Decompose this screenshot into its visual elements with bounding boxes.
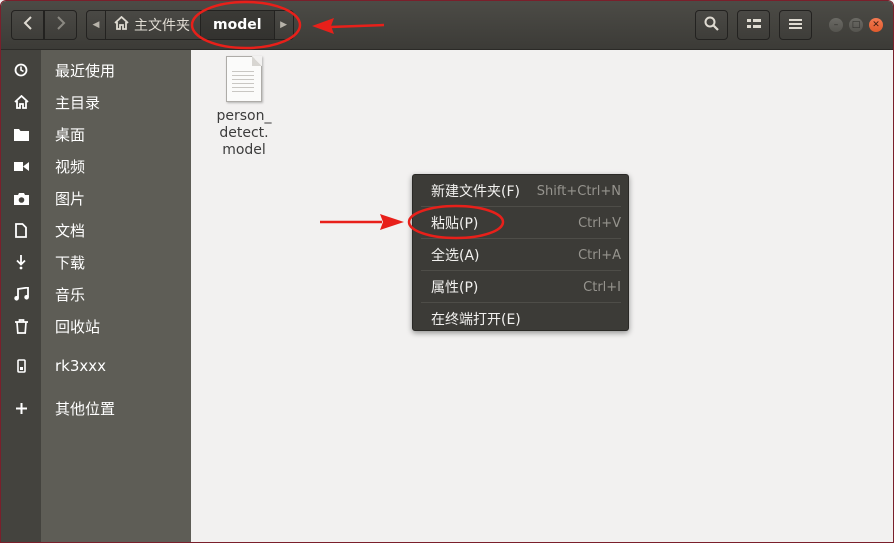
trash-icon (1, 318, 41, 334)
close-button[interactable]: ✕ (869, 18, 883, 32)
menu-separator (421, 270, 621, 271)
sidebar-item-pictures[interactable]: 图片 (1, 182, 191, 214)
path-scroll-right-button[interactable]: ▶ (273, 10, 294, 40)
sidebar-item-label: 图片 (55, 189, 86, 208)
video-icon (1, 161, 41, 172)
menu-item-properties[interactable]: 属性(P) Ctrl+I (413, 272, 628, 302)
path-home-button[interactable]: 主文件夹 (105, 10, 201, 40)
menu-separator (421, 206, 621, 207)
header-bar: ◀ 主文件夹 model ▶ – □ ✕ (1, 1, 893, 50)
chevron-right-icon (56, 16, 66, 34)
sidebar-item-label: 下载 (55, 253, 86, 272)
triangle-right-icon: ▶ (280, 20, 287, 30)
menu-item-new-folder[interactable]: 新建文件夹(F) Shift+Ctrl+N (413, 176, 628, 206)
home-icon (114, 15, 129, 34)
path-home-label: 主文件夹 (134, 18, 190, 34)
maximize-button[interactable]: □ (849, 18, 863, 32)
sidebar-item-label: 主目录 (55, 93, 101, 112)
triangle-left-icon: ◀ (92, 20, 100, 30)
file-name: person_ detect. model (210, 108, 278, 159)
menu-item-label: 新建文件夹(F) (431, 184, 520, 200)
menu-item-label: 属性(P) (431, 280, 479, 296)
menu-item-accel: Ctrl+V (578, 215, 621, 231)
file-name-line: model (222, 142, 266, 158)
sidebar-item-desktop[interactable]: 桌面 (1, 118, 191, 150)
maximize-icon: □ (851, 19, 861, 30)
sidebar-item-label: 回收站 (55, 317, 101, 336)
plus-icon (1, 402, 41, 415)
menu-separator (421, 238, 621, 239)
music-icon (1, 287, 41, 301)
sidebar-item-label: 桌面 (55, 125, 86, 144)
sidebar-item-device[interactable]: rk3xxx (1, 350, 191, 382)
minimize-button[interactable]: – (829, 18, 843, 32)
menu-item-select-all[interactable]: 全选(A) Ctrl+A (413, 240, 628, 270)
list-view-icon (746, 16, 761, 34)
path-current-button[interactable]: model (200, 10, 275, 40)
clock-icon (1, 63, 41, 77)
path-scroll-left-button[interactable]: ◀ (86, 10, 106, 40)
hamburger-menu-icon (789, 16, 802, 34)
menu-item-accel: Ctrl+I (583, 279, 621, 295)
sidebar-item-other-locations[interactable]: 其他位置 (1, 392, 191, 424)
sidebar-item-videos[interactable]: 视频 (1, 150, 191, 182)
sidebar-item-trash[interactable]: 回收站 (1, 310, 191, 342)
view-options-button[interactable] (737, 10, 770, 40)
folder-icon (1, 128, 41, 141)
menu-item-accel: Shift+Ctrl+N (536, 183, 621, 199)
sidebar-item-label: 音乐 (55, 285, 86, 304)
chevron-left-icon (23, 16, 33, 34)
sidebar-item-label: 文档 (55, 221, 86, 240)
menu-item-label: 粘贴(P) (431, 216, 479, 232)
menu-item-paste[interactable]: 粘贴(P) Ctrl+V (413, 208, 628, 238)
context-menu: 新建文件夹(F) Shift+Ctrl+N 粘贴(P) Ctrl+V 全选(A)… (412, 174, 629, 331)
sidebar-item-home[interactable]: 主目录 (1, 86, 191, 118)
sidebar-item-music[interactable]: 音乐 (1, 278, 191, 310)
sidebar-item-label: rk3xxx (55, 357, 107, 375)
menu-item-label: 在终端打开(E) (431, 312, 521, 328)
sidebar-item-downloads[interactable]: 下载 (1, 246, 191, 278)
main-menu-button[interactable] (779, 10, 812, 40)
sidebar-item-label: 其他位置 (55, 399, 116, 418)
camera-icon (1, 192, 41, 205)
home-icon (1, 95, 41, 109)
nav-buttons (11, 10, 77, 40)
back-button[interactable] (11, 10, 44, 40)
phone-device-icon (1, 359, 41, 373)
sidebar-item-recent[interactable]: 最近使用 (1, 54, 191, 86)
document-icon (1, 222, 41, 238)
file-name-line: person_ (216, 108, 272, 124)
search-button[interactable] (695, 10, 728, 40)
path-current-label: model (213, 17, 262, 33)
sidebar-item-label: 最近使用 (55, 61, 116, 80)
menu-item-label: 全选(A) (431, 248, 480, 264)
forward-button[interactable] (44, 10, 77, 40)
text-file-icon (226, 56, 262, 102)
menu-item-accel: Ctrl+A (578, 247, 621, 263)
minimize-icon: – (833, 19, 839, 30)
close-icon: ✕ (872, 19, 880, 30)
download-icon (1, 254, 41, 270)
file-item[interactable]: person_ detect. model (210, 56, 278, 159)
menu-item-open-terminal[interactable]: 在终端打开(E) (413, 304, 628, 334)
menu-separator (421, 302, 621, 303)
sidebar-item-label: 视频 (55, 157, 86, 176)
search-icon (704, 16, 719, 35)
breadcrumb: ◀ 主文件夹 model ▶ (86, 10, 294, 40)
sidebar: 最近使用 主目录 桌面 视频 图片 文档 下载 音乐 回收站 rk3xxx 其他… (1, 50, 191, 542)
sidebar-item-documents[interactable]: 文档 (1, 214, 191, 246)
file-name-line: detect. (219, 125, 269, 141)
